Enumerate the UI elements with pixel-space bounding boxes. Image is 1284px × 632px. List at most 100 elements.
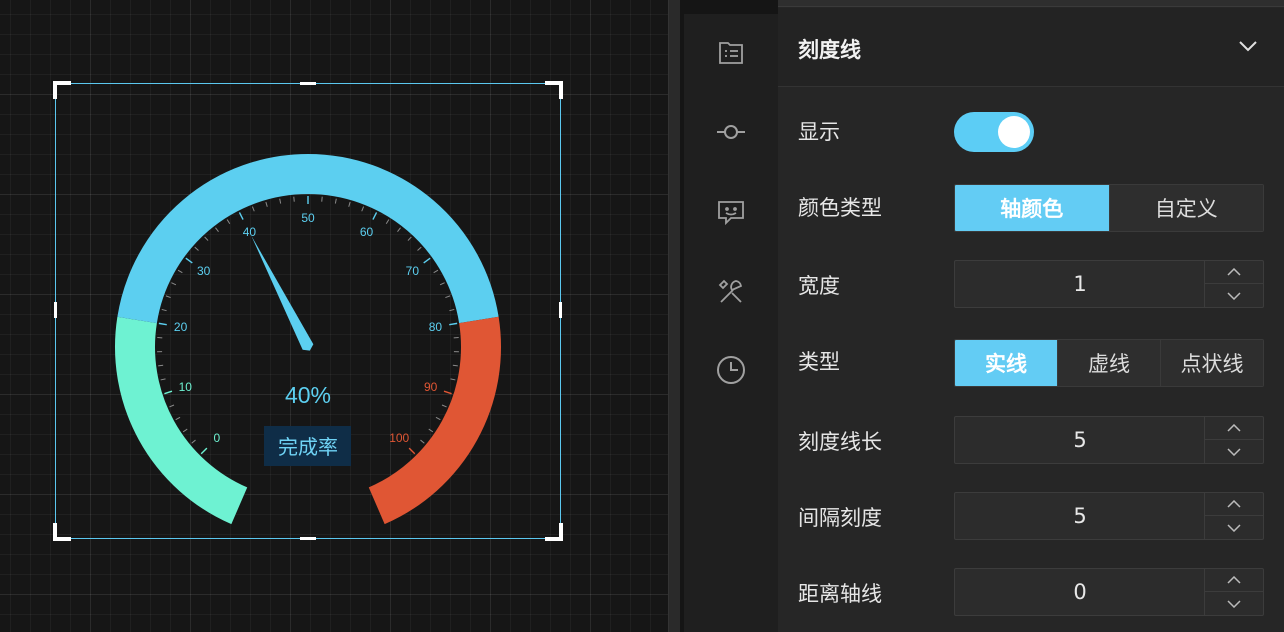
gauge-tick — [441, 404, 447, 408]
gauge-tick — [433, 269, 439, 274]
gauge-tick — [450, 378, 456, 381]
gauge-tick — [435, 416, 441, 421]
gauge-tick — [226, 219, 231, 224]
gauge-tick — [443, 390, 452, 395]
list-icon[interactable] — [715, 36, 747, 68]
tick-length-stepper: 5 — [954, 416, 1264, 464]
color-type-custom-option[interactable]: 自定义 — [1108, 185, 1263, 231]
gauge-tick — [215, 227, 219, 232]
gauge-tick — [165, 295, 171, 299]
line-type-dotted-option[interactable]: 点状线 — [1160, 340, 1263, 386]
gauge-tick — [449, 308, 455, 312]
gauge-tick — [185, 257, 193, 264]
interval-stepper: 5 — [954, 492, 1264, 540]
gauge-tick — [200, 447, 208, 455]
axis-distance-input[interactable]: 0 — [955, 569, 1205, 615]
gauge-tick — [420, 439, 425, 444]
gauge-tick — [407, 236, 412, 241]
gauge-tick — [397, 227, 401, 232]
gauge-tick-label: 60 — [360, 225, 374, 239]
chevron-up-icon — [1227, 500, 1241, 508]
gauge-tick — [204, 236, 209, 241]
interval-increment-button[interactable] — [1205, 493, 1263, 516]
gauge-tick-label: 90 — [424, 380, 438, 394]
gauge-tick — [160, 378, 166, 381]
show-toggle[interactable] — [954, 112, 1034, 152]
node-icon[interactable] — [715, 116, 747, 148]
width-decrement-button[interactable] — [1205, 284, 1263, 307]
interval-label: 间隔刻度 — [798, 506, 882, 530]
gauge-tick-labels: 0 10 20 30 40 50 60 70 80 90 100 — [174, 211, 442, 445]
panel-splitter[interactable] — [668, 0, 680, 632]
tick-length-input[interactable]: 5 — [955, 417, 1205, 463]
line-type-solid-option[interactable]: 实线 — [955, 340, 1057, 386]
gauge-tick — [164, 390, 173, 395]
chevron-down-icon[interactable] — [1238, 40, 1258, 52]
show-label: 显示 — [798, 120, 840, 144]
tick-length-increment-button[interactable] — [1205, 417, 1263, 440]
gauge-arc-high — [368, 316, 501, 525]
gauge-tick-label: 100 — [389, 431, 409, 445]
tick-length-label: 刻度线长 — [798, 430, 882, 454]
width-label: 宽度 — [798, 274, 840, 298]
chevron-down-icon — [1227, 523, 1241, 532]
clock-icon[interactable] — [715, 354, 747, 386]
toggle-knob — [998, 116, 1030, 148]
gauge-tick — [279, 198, 282, 204]
gauge-tick-label: 80 — [429, 320, 443, 334]
type-label: 类型 — [798, 350, 840, 374]
width-input[interactable]: 1 — [955, 261, 1205, 307]
chat-icon[interactable] — [715, 196, 747, 228]
gauge-tick — [171, 282, 177, 286]
axis-distance-increment-button[interactable] — [1205, 569, 1263, 592]
gauge-tick-label: 10 — [179, 380, 193, 394]
gauge-tick — [334, 198, 337, 204]
gauge-tick — [423, 257, 431, 264]
gauge-tick-label: 0 — [213, 431, 220, 445]
gauge-arc-mid — [117, 154, 499, 324]
gauge-value-text: 40% — [285, 382, 331, 408]
gauge-tick — [169, 404, 175, 408]
color-type-axis-option[interactable]: 轴颜色 — [955, 185, 1109, 231]
line-type-dashed-option[interactable]: 虚线 — [1057, 340, 1160, 386]
gauge-tick — [194, 246, 199, 251]
interval-input[interactable]: 5 — [955, 493, 1205, 539]
gauge-tick — [449, 322, 458, 326]
property-panel: 刻度线 显示 颜色类型 轴颜色 自定义 宽度 1 类型 实线 虚线 点状线 刻度… — [778, 0, 1284, 632]
chevron-down-icon — [1227, 599, 1241, 608]
gauge-tick — [361, 206, 365, 212]
property-category-bar — [684, 14, 778, 632]
interval-decrement-button[interactable] — [1205, 516, 1263, 539]
width-stepper: 1 — [954, 260, 1264, 308]
gauge-chart: 0 10 20 30 40 50 60 70 80 90 100 40% 完成率 — [115, 154, 501, 525]
axis-distance-stepper: 0 — [954, 568, 1264, 616]
chevron-up-icon — [1227, 424, 1241, 432]
chevron-up-icon — [1227, 268, 1241, 276]
gauge-pointer — [251, 235, 314, 351]
gauge-tick — [445, 295, 451, 299]
gauge-tick-label: 40 — [243, 225, 257, 239]
gauge-tick — [408, 447, 416, 455]
chevron-down-icon — [1227, 291, 1241, 300]
tick-length-decrement-button[interactable] — [1205, 440, 1263, 463]
chevron-up-icon — [1227, 576, 1241, 584]
gauge-tick — [182, 428, 188, 433]
gauge-tick — [439, 282, 445, 286]
chevron-down-icon — [1227, 447, 1241, 456]
gauge-tick-label: 70 — [406, 264, 420, 278]
gauge-tick — [238, 212, 244, 220]
line-type-selector: 实线 虚线 点状线 — [954, 339, 1264, 387]
color-type-label: 颜色类型 — [798, 196, 882, 220]
gauge-tick-label: 50 — [301, 211, 315, 225]
axis-distance-label: 距离轴线 — [798, 582, 882, 606]
color-type-selector: 轴颜色 自定义 — [954, 184, 1264, 232]
axis-distance-decrement-button[interactable] — [1205, 592, 1263, 615]
tools-icon[interactable] — [715, 276, 747, 308]
panel-top-border — [778, 0, 1284, 7]
width-increment-button[interactable] — [1205, 261, 1263, 284]
gauge-tick — [251, 206, 255, 212]
section-header[interactable]: 刻度线 — [778, 8, 1284, 87]
gauge-tick — [428, 428, 434, 433]
gauge-arc-low — [115, 316, 248, 525]
gauge-tick — [265, 201, 268, 207]
